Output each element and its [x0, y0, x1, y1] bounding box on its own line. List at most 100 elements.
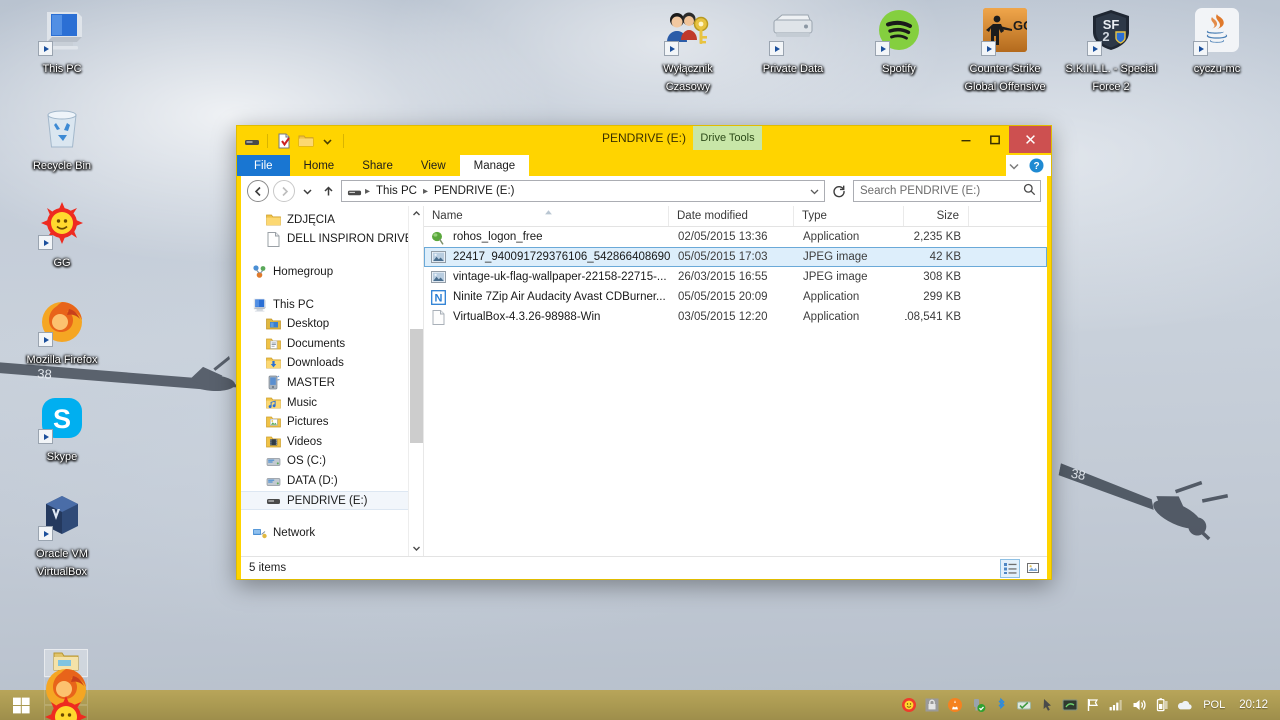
tab-file[interactable]: File	[237, 155, 290, 176]
nav-homegroup[interactable]: Homegroup	[241, 262, 423, 282]
quick-access-toolbar[interactable]	[237, 126, 347, 152]
nav-desktop[interactable]: Desktop	[241, 314, 423, 334]
address-bar[interactable]: ▸ This PC ▸ PENDRIVE (E:)	[341, 180, 825, 202]
address-dropdown-button[interactable]	[806, 186, 822, 197]
drive-icon[interactable]	[242, 132, 261, 151]
system-tray[interactable]: POL 20:12	[900, 690, 1280, 720]
desktop-icon-spotify[interactable]: Spotify	[851, 8, 947, 77]
desktop-icon-cyczu-mc[interactable]: cyczu-mc	[1169, 8, 1265, 77]
tray-gg-icon[interactable]	[900, 697, 917, 714]
desktop-icon-oracle-vm-virtualbox[interactable]: Oracle VM VirtualBox	[14, 493, 110, 580]
navigation-scrollbar[interactable]	[408, 206, 423, 556]
tray-battery-icon[interactable]	[1153, 697, 1170, 714]
tab-share[interactable]: Share	[348, 155, 407, 176]
nav-master[interactable]: MASTER	[241, 373, 423, 393]
properties-icon[interactable]	[274, 132, 293, 151]
tray-avast-icon[interactable]	[946, 697, 963, 714]
file-explorer-window[interactable]: PENDRIVE (E:) Drive Tools File Home Shar…	[236, 125, 1052, 580]
scrollbar-thumb[interactable]	[410, 329, 423, 443]
desktop-icon-recycle-bin[interactable]: Recycle Bin	[14, 105, 110, 174]
start-button[interactable]	[0, 690, 43, 720]
file-row[interactable]: VirtualBox-4.3.26-98988-Win 03/05/2015 12…	[424, 307, 1047, 327]
column-header-type[interactable]: Type	[794, 206, 904, 226]
file-row[interactable]: rohos_logon_free 02/05/2015 13:36 Applicat…	[424, 227, 1047, 247]
chevron-down-icon[interactable]	[1006, 158, 1021, 173]
large-icons-view-button[interactable]	[1023, 559, 1043, 578]
search-icon[interactable]	[1023, 183, 1036, 199]
tray-onedrive-cloud-icon[interactable]	[1176, 697, 1193, 714]
nav-pendrive-e[interactable]: PENDRIVE (E:)	[241, 490, 423, 511]
nav-pictures[interactable]: Pictures	[241, 412, 423, 432]
file-row[interactable]: 22417_940091729376106_54286640869086... 0…	[424, 247, 1047, 267]
desktop-icon-counter-strike-go[interactable]: GO Counter-Strike Global Offensive	[957, 8, 1053, 95]
nav-videos[interactable]: Videos	[241, 432, 423, 452]
file-name-cell[interactable]: vintage-uk-flag-wallpaper-22158-22715-..…	[425, 268, 670, 286]
ribbon-right-controls[interactable]: ?	[1006, 155, 1051, 176]
chevron-up-icon[interactable]	[409, 206, 423, 221]
tray-mouse-icon[interactable]	[1038, 697, 1055, 714]
tab-manage[interactable]: Manage	[459, 155, 530, 176]
refresh-button[interactable]	[829, 180, 849, 202]
window-title-bar[interactable]: PENDRIVE (E:) Drive Tools	[237, 126, 1051, 155]
breadcrumb-this-pc[interactable]: This PC	[373, 184, 420, 198]
column-header-size[interactable]: Size	[904, 206, 969, 226]
search-input[interactable]: Search PENDRIVE (E:)	[853, 180, 1041, 202]
address-bar-row[interactable]: ▸ This PC ▸ PENDRIVE (E:) Search PENDRIV…	[241, 176, 1047, 206]
contextual-tab-drive-tools[interactable]: Drive Tools	[693, 126, 762, 150]
new-folder-icon[interactable]	[296, 132, 315, 151]
nav-downloads[interactable]: Downloads	[241, 354, 423, 374]
minimize-button[interactable]	[951, 126, 980, 153]
tray-volume-icon[interactable]	[1130, 697, 1147, 714]
file-row[interactable]: N Ninite 7Zip Air Audacity Avast CDBurner…	[424, 287, 1047, 307]
tab-view[interactable]: View	[407, 155, 460, 176]
nav-this-pc[interactable]: This PC	[241, 295, 423, 315]
breadcrumb-pendrive[interactable]: PENDRIVE (E:)	[431, 184, 518, 198]
up-button[interactable]	[320, 180, 337, 202]
column-header-date-modified[interactable]: Date modified	[669, 206, 794, 226]
nav-os-c[interactable]: OS (C:)	[241, 452, 423, 472]
column-headers[interactable]: Name Date modified Type Size	[424, 206, 1047, 227]
desktop[interactable]: 38 38 This PC Recycle Bin GG Mozilla Firefo…	[0, 0, 1280, 720]
taskbar[interactable]: W	[0, 649, 1280, 720]
file-name-cell[interactable]: N Ninite 7Zip Air Audacity Avast CDBurner…	[425, 288, 670, 306]
close-button[interactable]	[1009, 126, 1051, 153]
chevron-down-icon[interactable]	[409, 541, 423, 556]
navigation-pane[interactable]: ZDJĘCIA DELL INSPIRON DRIVER Homegroup This…	[241, 206, 424, 556]
tray-display-icon[interactable]	[1061, 697, 1078, 714]
desktop-icon-gg[interactable]: GG	[14, 202, 110, 271]
ribbon-tab-bar[interactable]: File Home Share View Manage ?	[237, 155, 1051, 176]
maximize-button[interactable]	[980, 126, 1009, 153]
desktop-icon-skype[interactable]: S Skype	[14, 396, 110, 465]
file-name-cell[interactable]: 22417_940091729376106_54286640869086...	[425, 248, 670, 266]
tray-bluetooth-icon[interactable]	[992, 697, 1009, 714]
chevron-down-icon[interactable]	[318, 132, 337, 151]
file-name-cell[interactable]: rohos_logon_free	[425, 228, 670, 246]
file-name-cell[interactable]: VirtualBox-4.3.26-98988-Win	[425, 308, 670, 326]
tray-action-center-flag-icon[interactable]	[1084, 697, 1101, 714]
desktop-icon-this-pc[interactable]: This PC	[14, 8, 110, 77]
navigation-list[interactable]: ZDJĘCIA DELL INSPIRON DRIVER Homegroup This…	[241, 206, 423, 556]
tray-lock-icon[interactable]	[923, 697, 940, 714]
details-view-button[interactable]	[1000, 558, 1020, 578]
nav-documents[interactable]: Documents	[241, 334, 423, 354]
nav-music[interactable]: Music	[241, 393, 423, 413]
tray-cleaner-icon[interactable]	[1015, 697, 1032, 714]
forward-button[interactable]	[273, 180, 295, 202]
tray-network-signal-icon[interactable]	[1107, 697, 1124, 714]
view-mode-buttons[interactable]	[1000, 558, 1043, 578]
desktop-icon-mozilla-firefox[interactable]: Mozilla Firefox	[14, 299, 110, 368]
taskbar-buttons[interactable]: W	[43, 649, 89, 720]
file-list-pane[interactable]: Name Date modified Type Size rohos_logon…	[424, 206, 1047, 556]
taskbar-gg[interactable]	[44, 695, 88, 720]
nav-zdjecia[interactable]: ZDJĘCIA	[241, 210, 423, 230]
desktop-icon-skill-special-force-2[interactable]: SF 2 S.K.I.L.L. - Special Force 2	[1063, 8, 1159, 95]
nav-data-d[interactable]: DATA (D:)	[241, 471, 423, 491]
recent-locations-button[interactable]	[299, 180, 316, 202]
nav-network[interactable]: Network	[241, 523, 423, 543]
desktop-icon-private-data[interactable]: Private Data	[745, 8, 841, 77]
file-row[interactable]: vintage-uk-flag-wallpaper-22158-22715-..…	[424, 267, 1047, 287]
tab-home[interactable]: Home	[290, 155, 349, 176]
help-icon[interactable]: ?	[1029, 158, 1044, 173]
tray-usb-safe-remove-icon[interactable]	[969, 697, 986, 714]
window-controls[interactable]	[951, 126, 1051, 153]
